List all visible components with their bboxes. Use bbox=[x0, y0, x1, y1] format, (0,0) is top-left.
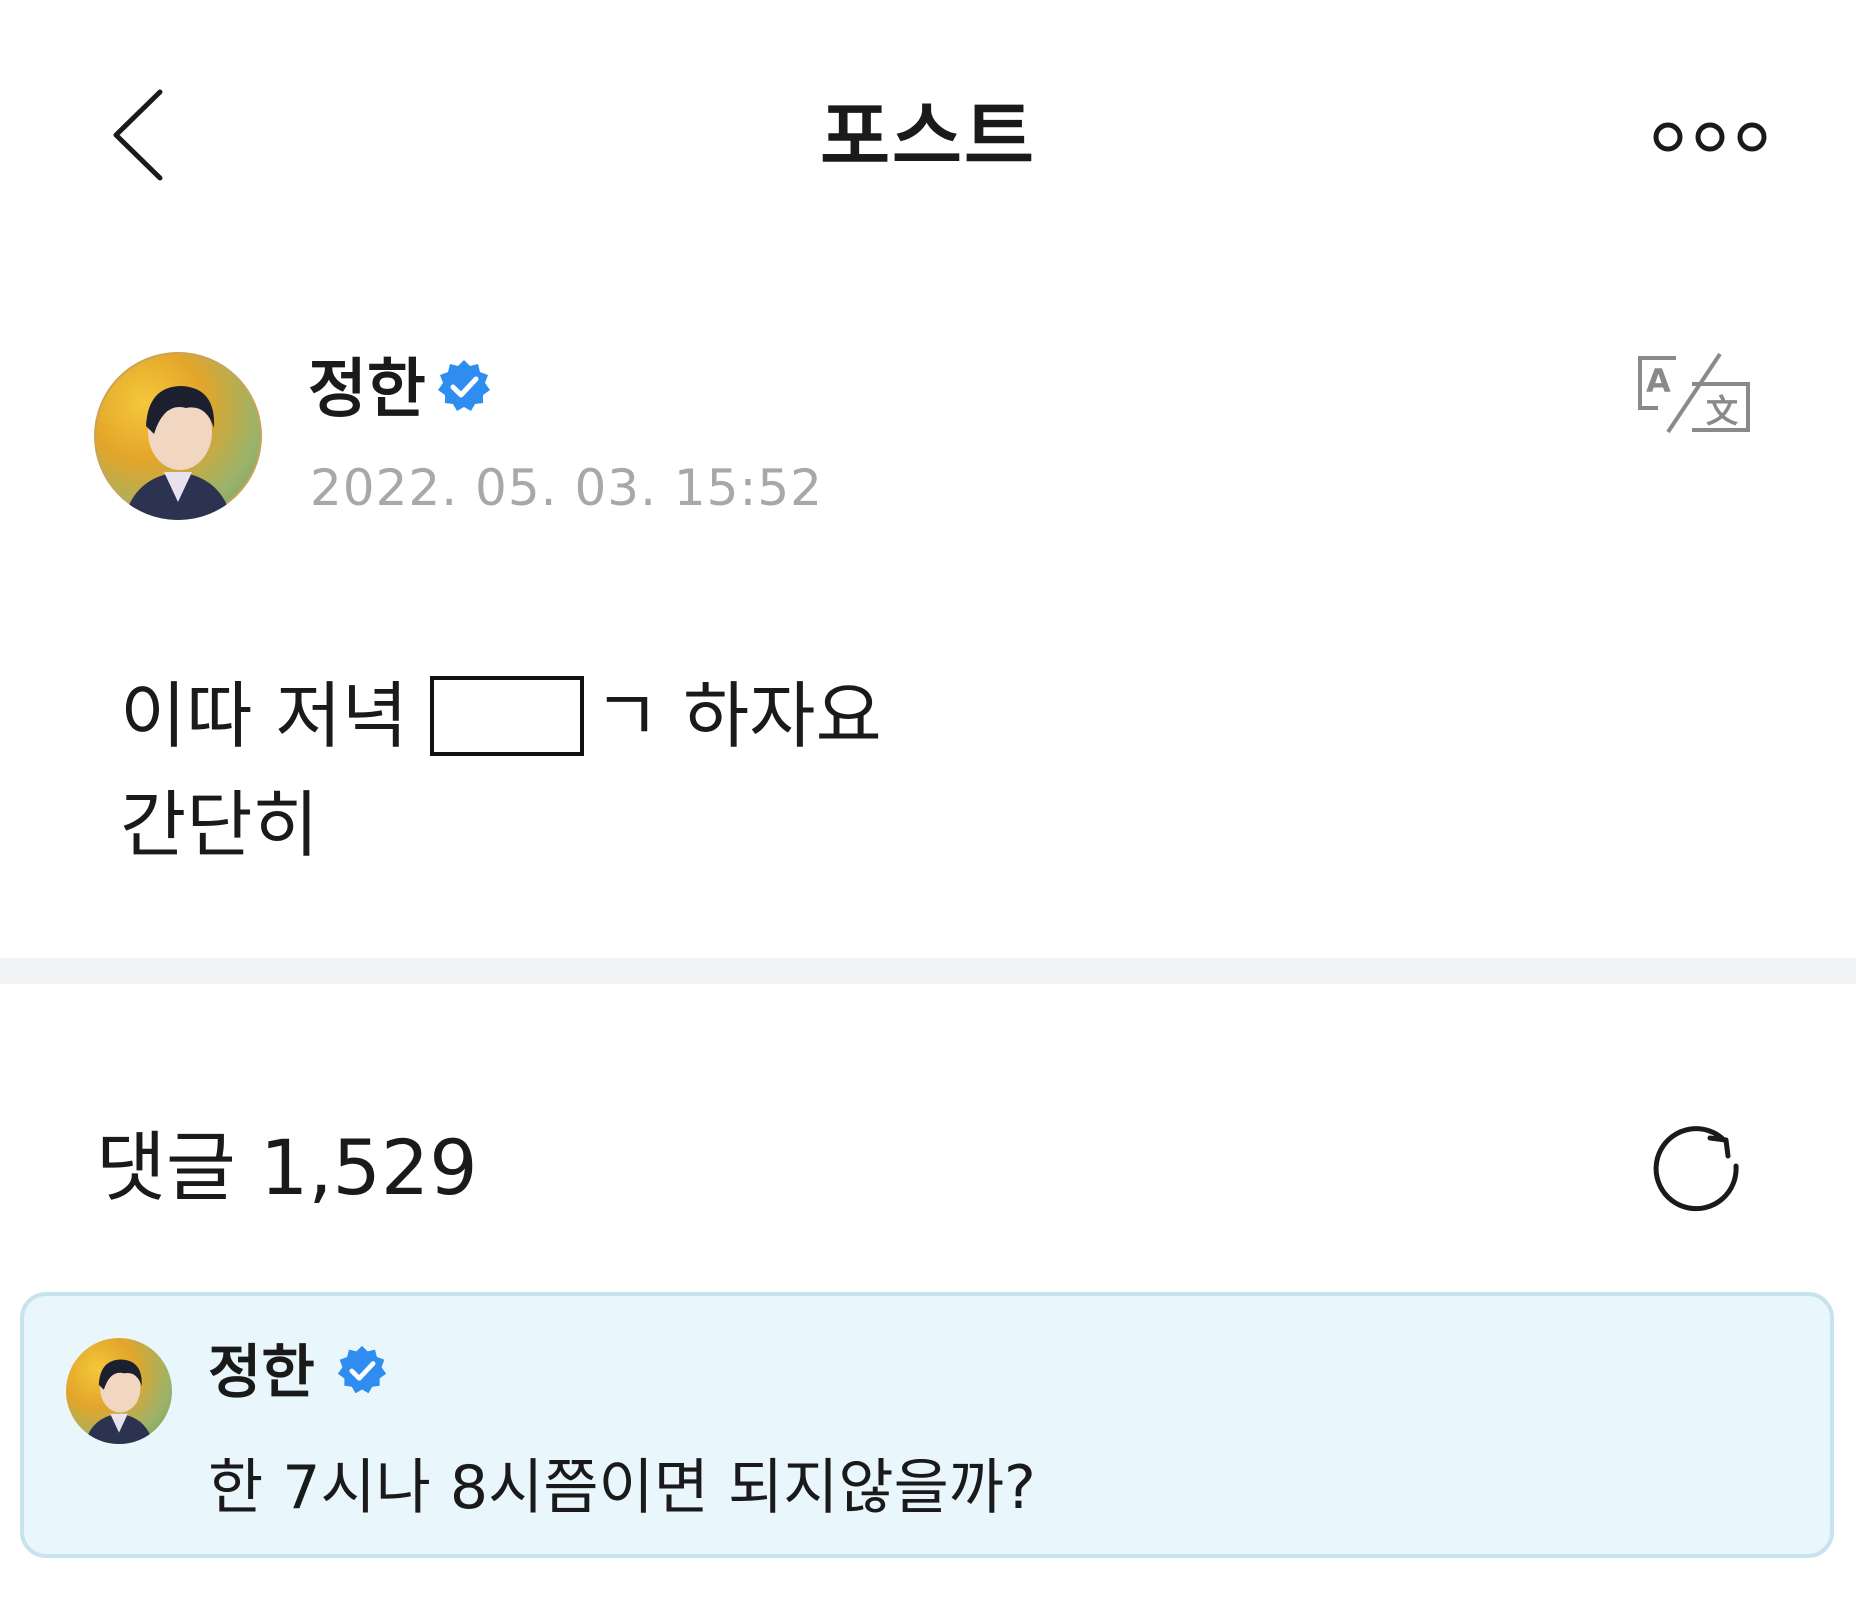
section-divider bbox=[0, 958, 1856, 984]
comment-author-name[interactable]: 정한 bbox=[208, 1334, 315, 1410]
avatar-portrait bbox=[94, 352, 262, 520]
author-avatar[interactable] bbox=[94, 352, 262, 520]
translate-icon: A 文 bbox=[1638, 352, 1750, 434]
comments-count: 댓글 1,529 bbox=[96, 1123, 478, 1212]
avatar-portrait bbox=[84, 1359, 154, 1444]
post-text-after: ㄱ 하자요 bbox=[593, 674, 882, 759]
verified-badge-icon bbox=[336, 1344, 388, 1396]
redaction-box bbox=[429, 676, 584, 757]
page-title: 포스트 bbox=[820, 92, 1036, 181]
comment-author-avatar[interactable] bbox=[66, 1338, 172, 1444]
post-body-line-1: 이따 저녁 ㄱ 하자요 bbox=[120, 666, 882, 761]
more-horizontal-icon bbox=[1653, 122, 1767, 152]
svg-text:A: A bbox=[1646, 362, 1671, 400]
refresh-icon bbox=[1653, 1126, 1739, 1212]
more-options-button[interactable] bbox=[1652, 112, 1772, 162]
post-text-before: 이따 저녁 bbox=[120, 674, 408, 759]
comment-text: 한 7시나 8시쯤이면 되지않을까? bbox=[208, 1453, 1036, 1523]
author-name[interactable]: 정한 bbox=[308, 350, 426, 430]
refresh-button[interactable] bbox=[1648, 1120, 1748, 1220]
post-body-line-2: 간단히 bbox=[120, 783, 319, 867]
svg-text:文: 文 bbox=[1706, 392, 1738, 430]
translate-button[interactable]: A 文 bbox=[1636, 352, 1754, 436]
verified-badge-icon bbox=[436, 358, 492, 414]
post-timestamp: 2022. 05. 03. 15:52 bbox=[310, 459, 823, 517]
